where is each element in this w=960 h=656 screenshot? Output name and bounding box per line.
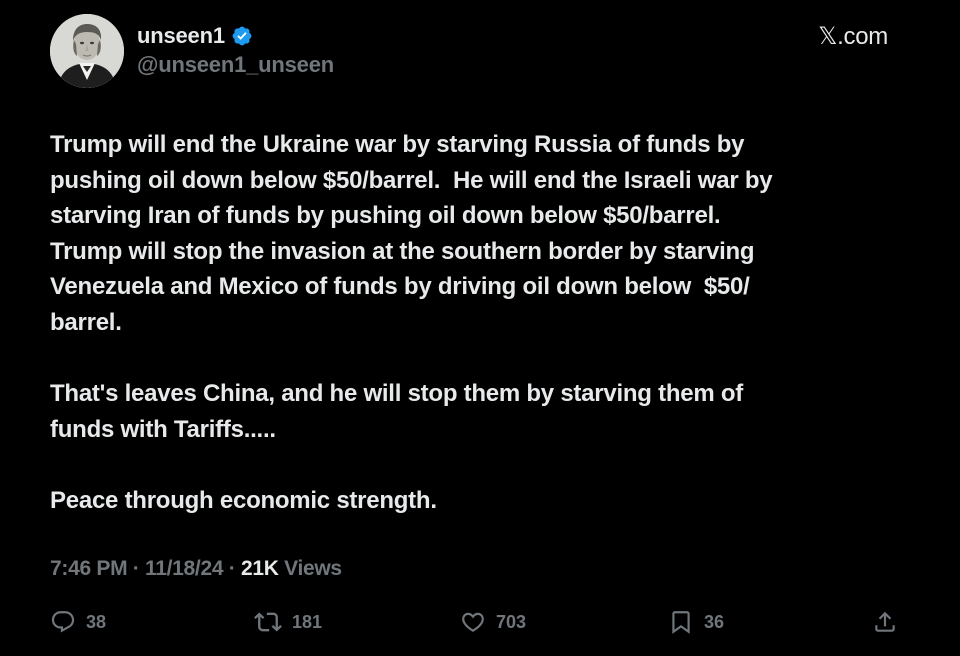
- repost-arrows-icon: [254, 612, 282, 632]
- tweet-paragraph: That's leaves China, and he will stop th…: [50, 376, 880, 447]
- like-count: 703: [496, 611, 527, 632]
- tweet-line: Venezuela and Mexico of funds by driving…: [50, 273, 750, 301]
- meta-separator: ·: [127, 557, 146, 580]
- heart-icon: [462, 612, 484, 632]
- bookmark-button[interactable]: 36: [668, 604, 724, 640]
- tweet-header: unseen1 @unseen1_unseen 𝕏.com: [50, 14, 910, 90]
- action-bar: 38 181 703 36: [50, 604, 900, 640]
- repost-button[interactable]: 181: [254, 604, 322, 640]
- like-button[interactable]: 703: [460, 604, 526, 640]
- tweet-line: funds with Tariffs.....: [50, 415, 276, 443]
- repost-count: 181: [292, 611, 323, 632]
- avatar[interactable]: [50, 14, 124, 88]
- tweet-paragraph: Peace through economic strength.: [50, 483, 880, 519]
- verified-badge-icon: [232, 26, 252, 46]
- tweet-line: Trump will end the Ukraine war by starvi…: [50, 131, 745, 158]
- x-com-logo: 𝕏.com: [818, 23, 888, 50]
- tweet-paragraph: Trump will end the Ukraine war by starvi…: [50, 127, 880, 341]
- share-upload-icon: [875, 611, 895, 632]
- name-row: unseen1: [137, 23, 253, 49]
- tweet-time[interactable]: 7:46 PM: [50, 557, 128, 580]
- display-name[interactable]: unseen1: [137, 23, 225, 49]
- meta-separator: ·: [223, 557, 241, 580]
- tweet-line: starving Iran of funds by pushing oil do…: [50, 202, 721, 230]
- tweet-line: Trump will stop the invasion at the sout…: [50, 237, 755, 265]
- user-handle[interactable]: @unseen1_unseen: [137, 52, 334, 78]
- share-button[interactable]: [872, 604, 898, 640]
- bookmark-icon: [672, 611, 690, 634]
- tweet-line: Peace through economic strength.: [50, 486, 437, 514]
- reply-count: 38: [86, 611, 107, 632]
- views-label: Views: [278, 557, 342, 580]
- avatar-portrait-image: [50, 14, 124, 88]
- bookmark-count: 36: [704, 611, 725, 632]
- tweet-text: Trump will end the Ukraine war by starvi…: [50, 127, 880, 519]
- speech-bubble-icon: [51, 611, 75, 633]
- tweet-line: That's leaves China, and he will stop th…: [50, 380, 744, 408]
- tweet-line: barrel.: [50, 308, 122, 336]
- tweet-date[interactable]: 11/18/24: [145, 557, 223, 580]
- tweet-meta: 7:46 PM · 11/18/24 · 21K Views: [50, 557, 342, 581]
- reply-button[interactable]: 38: [50, 604, 106, 640]
- tweet-line: pushing oil down below $50/barrel. He wi…: [50, 166, 773, 194]
- views-count: 21K: [240, 557, 279, 580]
